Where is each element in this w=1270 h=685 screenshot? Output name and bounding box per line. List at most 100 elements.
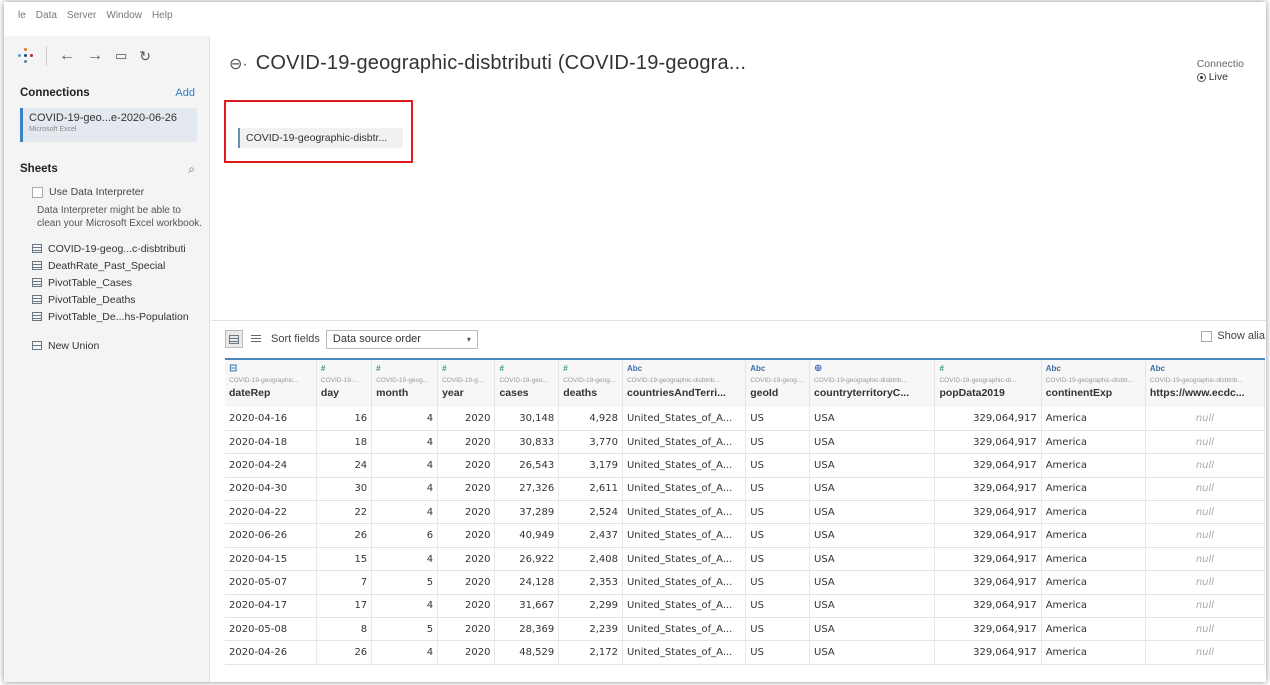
sheet-item[interactable]: PivotTable_De...hs-Population bbox=[4, 308, 209, 325]
column-name[interactable]: countriesAndTerri... bbox=[627, 387, 741, 399]
tableau-logo-icon[interactable] bbox=[18, 48, 34, 64]
add-connection-link[interactable]: Add bbox=[175, 87, 195, 99]
globe-icon[interactable]: ⊕ bbox=[814, 363, 930, 375]
table-row: 2020-04-22 22 4 2020 37,289 2,524 United_State… bbox=[225, 500, 1266, 525]
menu-file[interactable]: le bbox=[18, 10, 26, 21]
toolbar-divider bbox=[46, 46, 47, 66]
string-icon[interactable]: Abc bbox=[1046, 363, 1141, 375]
table-cell: US bbox=[745, 617, 811, 642]
column-header-daterep[interactable]: ⊟ COVID-19-geographic... dateRep bbox=[225, 358, 317, 407]
column-header-cases[interactable]: # COVID-19-geo... cases bbox=[494, 358, 560, 407]
column-header-year[interactable]: # COVID-19-g... year bbox=[437, 358, 496, 407]
sheet-item[interactable]: PivotTable_Cases bbox=[4, 274, 209, 291]
table-cell: United_States_of_A... bbox=[622, 594, 747, 619]
table-cell: 329,064,917 bbox=[934, 547, 1042, 572]
column-name[interactable]: year bbox=[442, 387, 490, 399]
column-header-deaths[interactable]: # COVID-19-geog... deaths bbox=[558, 358, 623, 407]
search-icon[interactable]: ⌕ bbox=[188, 162, 195, 177]
column-name[interactable]: day bbox=[321, 387, 367, 399]
column-name[interactable]: https://www.ecdc... bbox=[1150, 387, 1260, 399]
save-icon[interactable]: ▭ bbox=[115, 48, 127, 64]
number-icon[interactable]: # bbox=[563, 363, 618, 375]
menu-data[interactable]: Data bbox=[36, 10, 57, 21]
table-cell: 2,239 bbox=[558, 617, 623, 642]
column-name[interactable]: month bbox=[376, 387, 433, 399]
column-source: COVID-19-geog... bbox=[376, 377, 429, 384]
table-cell: 3,179 bbox=[558, 453, 623, 478]
column-header-popdata2019[interactable]: # COVID-19-geographic-di... popData2019 bbox=[934, 358, 1042, 407]
string-icon[interactable]: Abc bbox=[1150, 363, 1260, 375]
string-icon[interactable]: Abc bbox=[750, 363, 805, 375]
back-arrow-icon[interactable]: ← bbox=[59, 48, 75, 64]
column-source: COVID-19-geographic... bbox=[229, 377, 299, 384]
table-cell: 2020 bbox=[437, 477, 496, 502]
calendar-icon[interactable]: ⊟ bbox=[229, 363, 312, 375]
table-cell: 27,326 bbox=[494, 477, 560, 502]
table-chip[interactable]: COVID-19-geographic-disbtr... bbox=[238, 128, 403, 148]
refresh-icon[interactable]: ↻ bbox=[139, 48, 151, 64]
menu-window[interactable]: Window bbox=[106, 10, 142, 21]
table-cell: 329,064,917 bbox=[934, 477, 1042, 502]
number-icon[interactable]: # bbox=[321, 363, 367, 375]
data-interpreter-checkbox[interactable] bbox=[32, 186, 43, 198]
column-name[interactable]: countryterritoryC... bbox=[814, 387, 930, 399]
column-name[interactable]: dateRep bbox=[229, 387, 312, 399]
column-name[interactable]: continentExp bbox=[1046, 387, 1141, 399]
table-cell: 329,064,917 bbox=[934, 570, 1042, 595]
column-name[interactable]: deaths bbox=[563, 387, 618, 399]
column-header-continentexp[interactable]: Abc COVID-19-geographic-disbtr... continen… bbox=[1041, 358, 1146, 407]
database-icon[interactable]: ⊖· bbox=[229, 54, 248, 74]
table-cell: USA bbox=[809, 547, 936, 572]
table-cell: US bbox=[745, 453, 811, 478]
column-name[interactable]: geoId bbox=[750, 387, 805, 399]
table-cell: 26,922 bbox=[494, 547, 560, 572]
connection-item[interactable]: COVID-19-geo...e-2020-06-26 Microsoft Ex… bbox=[20, 108, 197, 142]
number-icon[interactable]: # bbox=[499, 363, 554, 375]
sheet-item[interactable]: PivotTable_Deaths bbox=[4, 291, 209, 308]
table-cell: United_States_of_A... bbox=[622, 407, 747, 431]
forward-arrow-icon[interactable]: → bbox=[87, 48, 103, 64]
grid-toolbar: Sort fields Data source order ▾ Show ali… bbox=[225, 328, 1265, 350]
column-header-countriesandterri[interactable]: Abc COVID-19-geographic-disbtrib... countr… bbox=[622, 358, 747, 407]
sheet-item[interactable]: DeathRate_Past_Special bbox=[4, 257, 209, 274]
column-source: COVID-19-geographic-disbtrib... bbox=[626, 377, 720, 384]
menu-help[interactable]: Help bbox=[152, 10, 173, 21]
table-cell: 2020-05-08 bbox=[225, 617, 317, 642]
list-view-button[interactable] bbox=[249, 332, 263, 346]
column-name[interactable]: popData2019 bbox=[939, 387, 1036, 399]
number-icon[interactable]: # bbox=[939, 363, 1036, 375]
column-header-month[interactable]: # COVID-19-geog... month bbox=[371, 358, 439, 407]
grid-view-button[interactable] bbox=[225, 330, 243, 348]
table-cell: null bbox=[1145, 547, 1266, 572]
union-icon bbox=[32, 341, 42, 350]
sheets-header: Sheets ⌕ bbox=[4, 158, 209, 180]
column-name[interactable]: cases bbox=[499, 387, 554, 399]
live-radio-icon[interactable] bbox=[1196, 72, 1206, 82]
number-icon[interactable]: # bbox=[442, 363, 490, 375]
string-icon[interactable]: Abc bbox=[627, 363, 741, 375]
table-cell: US bbox=[745, 523, 811, 548]
column-header-day[interactable]: # COVID-19-... day bbox=[316, 358, 373, 407]
sheet-table-icon bbox=[32, 244, 42, 253]
sort-fields-select[interactable]: Data source order ▾ bbox=[325, 329, 478, 349]
canvas-divider[interactable] bbox=[211, 320, 1266, 321]
table-cell: USA bbox=[809, 477, 936, 502]
sheet-table-icon bbox=[32, 261, 42, 270]
column-header-countryterritoryc[interactable]: ⊕ COVID-19-geographic-disbtrib... countryt… bbox=[809, 358, 936, 407]
number-icon[interactable]: # bbox=[376, 363, 433, 375]
column-header-https-www-ecdc[interactable]: Abc COVID-19-geographic-disbtrib... https:… bbox=[1145, 358, 1266, 407]
list-view-icon bbox=[251, 335, 261, 343]
sidebar-toolbar: ← → ▭ ↻ bbox=[4, 36, 209, 76]
show-aliases-option[interactable]: Show alia bbox=[1201, 330, 1265, 342]
table-cell: null bbox=[1145, 453, 1266, 478]
table-cell: United_States_of_A... bbox=[622, 547, 747, 572]
table-cell: 26 bbox=[316, 640, 373, 665]
data-source-title[interactable]: COVID-19-geographic-disbtributi (COVID-1… bbox=[256, 52, 746, 75]
column-source: COVID-19-geographic-disbtr... bbox=[1045, 377, 1134, 384]
live-option[interactable]: Live bbox=[1196, 71, 1244, 83]
menu-server[interactable]: Server bbox=[67, 10, 96, 21]
column-header-geoid[interactable]: Abc COVID-19-geogra... geoId bbox=[745, 358, 811, 407]
show-aliases-checkbox[interactable] bbox=[1201, 330, 1213, 342]
sheet-item[interactable]: COVID-19-geog...c-disbtributi bbox=[4, 240, 209, 257]
new-union-item[interactable]: New Union bbox=[4, 337, 209, 354]
